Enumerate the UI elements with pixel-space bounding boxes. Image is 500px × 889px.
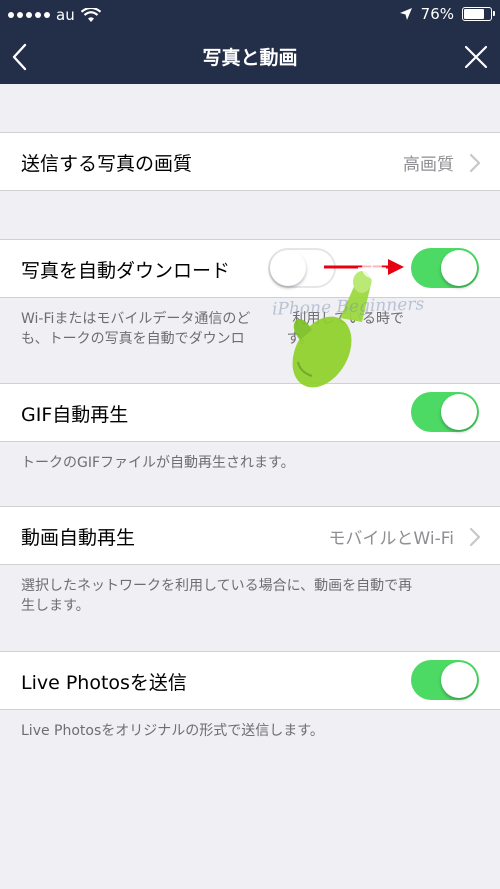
auto-download-row: 写真を自動ダウンロード [0,239,500,298]
gif-autoplay-toggle[interactable] [411,392,479,432]
auto-download-toggle-on[interactable] [411,248,479,288]
gif-autoplay-label: GIF自動再生 [21,404,129,426]
navigation-bar: 写真と動画 [0,30,500,84]
location-icon [399,8,412,20]
toggle-knob [441,662,477,698]
gif-autoplay-row: GIF自動再生 [0,383,500,442]
live-photos-footer: Live Photosをオリジナルの形式で送信します。 [21,723,324,739]
auto-download-footer: Wi-Fiまたはモバイルデータ通信のど 利用している時で も、トークの写真を自動… [21,309,483,349]
video-autoplay-footer-line2: 生します。 [21,598,90,614]
photo-quality-row[interactable]: 送信する写真の画質 高画質 [0,132,500,191]
photo-quality-value: 高画質 [403,155,454,175]
wifi-icon [80,7,101,22]
auto-download-label: 写真を自動ダウンロード [21,260,231,282]
page-title: 写真と動画 [202,47,298,69]
photo-quality-label: 送信する写真の画質 [21,153,193,175]
carrier-group: au [8,6,101,24]
video-autoplay-footer: 選択したネットワークを利用している場合に、動画を自動で再 生します。 [21,576,483,616]
close-button[interactable] [458,39,494,75]
video-autoplay-footer-line1: 選択したネットワークを利用している場合に、動画を自動で再 [21,578,413,594]
live-photos-toggle[interactable] [411,660,479,700]
chevron-right-icon [469,153,481,173]
signal-icon [8,12,50,18]
battery-fill [464,9,484,19]
auto-download-toggle-off[interactable] [268,248,336,288]
live-photos-label: Live Photosを送信 [21,672,187,694]
live-photos-row: Live Photosを送信 [0,651,500,710]
carrier-name: au [56,6,75,24]
battery-icon [462,7,495,21]
video-autoplay-value: モバイルとWi-Fi [328,529,454,549]
status-bar: au 76% [0,0,500,30]
toggle-knob [441,250,477,286]
toggle-knob [441,394,477,430]
video-autoplay-label: 動画自動再生 [21,527,136,549]
toggle-knob [270,250,306,286]
gif-autoplay-footer: トークのGIFファイルが自動再生されます。 [21,455,295,471]
auto-download-footer-line2: も、トークの写真を自動でダウンロ す。 [21,331,314,347]
status-right: 76% [399,5,495,23]
close-icon [464,45,488,69]
video-autoplay-row[interactable]: 動画自動再生 モバイルとWi-Fi [0,506,500,565]
battery-percent: 76% [420,5,454,23]
chevron-right-icon [469,527,481,547]
